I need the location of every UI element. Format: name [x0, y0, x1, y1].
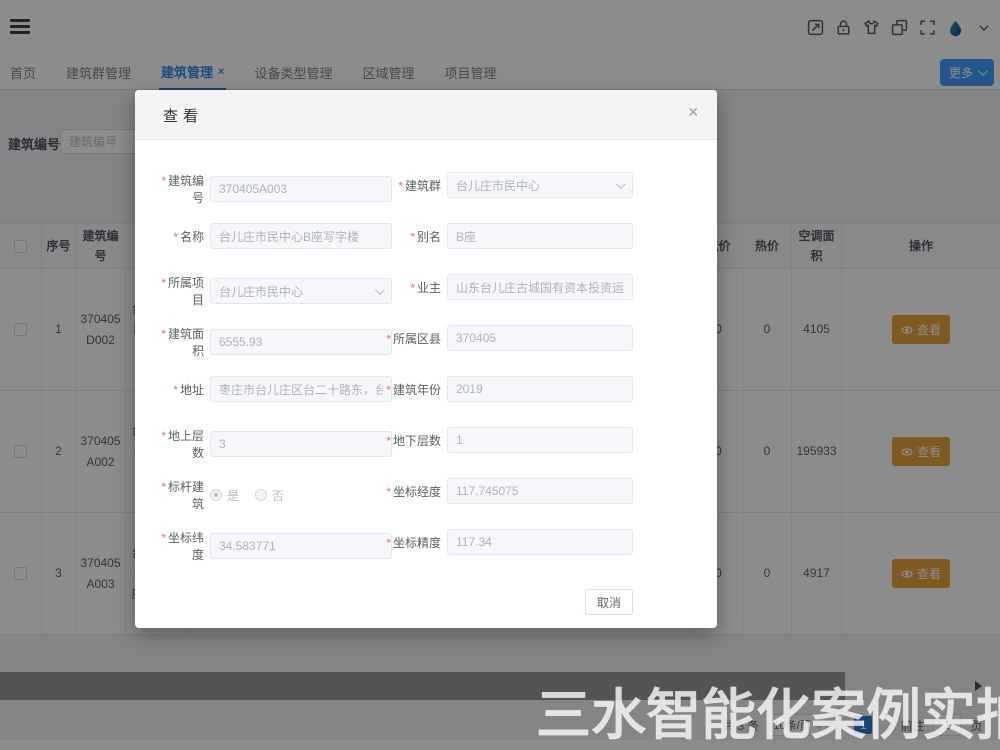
field-floors-above: *地上层数	[155, 427, 392, 461]
field-label: 坐标精度	[393, 536, 441, 550]
chevron-down-icon	[616, 179, 626, 189]
required-marker: *	[410, 230, 415, 244]
field-label: 建筑年份	[393, 383, 441, 397]
district-input[interactable]	[447, 325, 633, 351]
dialog-title: 查看	[163, 105, 203, 126]
field-name: *名称	[155, 223, 392, 249]
build-year-input[interactable]	[447, 376, 633, 402]
field-label: 名称	[180, 230, 204, 244]
view-dialog: 查看 ✕ *建筑编号 *建筑群 台儿庄市民中心 *名称 *别名	[135, 90, 717, 628]
benchmark-radio-group: 是 否	[210, 487, 284, 504]
select-value: 台儿庄市民中心	[456, 177, 540, 194]
field-label: 地址	[180, 383, 204, 397]
building-code-input[interactable]	[210, 176, 392, 202]
floors-above-input[interactable]	[210, 431, 392, 457]
floors-below-input[interactable]	[447, 427, 633, 453]
required-marker: *	[161, 480, 166, 494]
project-select[interactable]: 台儿庄市民中心	[210, 278, 392, 304]
alias-input[interactable]	[447, 223, 633, 249]
watermark-text: 三水智能化案例实拍	[536, 670, 1000, 750]
owner-input[interactable]	[447, 274, 633, 300]
field-label: 标杆建筑	[168, 480, 204, 511]
close-icon[interactable]: ✕	[687, 104, 699, 121]
field-owner: *业主	[375, 274, 633, 300]
field-build-year: *建筑年份	[375, 376, 633, 402]
precision-input[interactable]	[447, 529, 633, 555]
required-marker: *	[173, 230, 178, 244]
field-benchmark-building: *标杆建筑 是 否	[155, 478, 392, 512]
address-input[interactable]	[210, 376, 392, 402]
dialog-header: 查看 ✕	[135, 90, 717, 140]
required-marker: *	[173, 383, 178, 397]
required-marker: *	[386, 536, 391, 550]
field-longitude: *坐标经度	[375, 478, 633, 504]
required-marker: *	[161, 429, 166, 443]
required-marker: *	[398, 179, 403, 193]
required-marker: *	[161, 327, 166, 341]
field-label: 建筑面积	[168, 327, 204, 358]
field-label: 业主	[417, 281, 441, 295]
radio-label: 否	[272, 487, 284, 504]
field-address: *地址	[155, 376, 392, 402]
field-floors-below: *地下层数	[375, 427, 633, 453]
radio-dot-icon	[255, 489, 267, 501]
latitude-input[interactable]	[210, 533, 392, 559]
field-district: *所属区县	[375, 325, 633, 351]
field-label: 别名	[417, 230, 441, 244]
required-marker: *	[386, 485, 391, 499]
field-building-code: *建筑编号	[155, 172, 392, 206]
required-marker: *	[386, 434, 391, 448]
field-alias: *别名	[375, 223, 633, 249]
building-area-input[interactable]	[210, 329, 392, 355]
field-label: 地下层数	[393, 434, 441, 448]
required-marker: *	[161, 531, 166, 545]
field-label: 坐标纬度	[168, 531, 204, 562]
field-label: 坐标经度	[393, 485, 441, 499]
field-building-group: *建筑群 台儿庄市民中心	[375, 172, 633, 198]
field-latitude: *坐标纬度	[155, 529, 392, 563]
required-marker: *	[386, 383, 391, 397]
field-label: 建筑编号	[168, 174, 204, 205]
required-marker: *	[386, 332, 391, 346]
field-label: 所属区县	[393, 332, 441, 346]
field-project: *所属项目 台儿庄市民中心	[155, 274, 392, 308]
radio-no[interactable]: 否	[255, 487, 284, 504]
name-input[interactable]	[210, 223, 392, 249]
cancel-button[interactable]: 取消	[585, 589, 633, 615]
radio-yes[interactable]: 是	[210, 487, 239, 504]
field-label: 所属项目	[168, 276, 204, 307]
field-precision: *坐标精度	[375, 529, 633, 555]
select-value: 台儿庄市民中心	[219, 283, 303, 300]
longitude-input[interactable]	[447, 478, 633, 504]
field-label: 建筑群	[405, 179, 441, 193]
radio-dot-icon	[210, 489, 222, 501]
building-group-select[interactable]: 台儿庄市民中心	[447, 172, 633, 198]
required-marker: *	[161, 276, 166, 290]
radio-label: 是	[227, 487, 239, 504]
required-marker: *	[410, 281, 415, 295]
field-label: 地上层数	[168, 429, 204, 460]
required-marker: *	[161, 174, 166, 188]
app-page: 首页 建筑群管理 建筑管理 × 设备类型管理 区域管理 项目管理 更多 建筑编号…	[0, 0, 1000, 750]
field-building-area: *建筑面积	[155, 325, 392, 359]
